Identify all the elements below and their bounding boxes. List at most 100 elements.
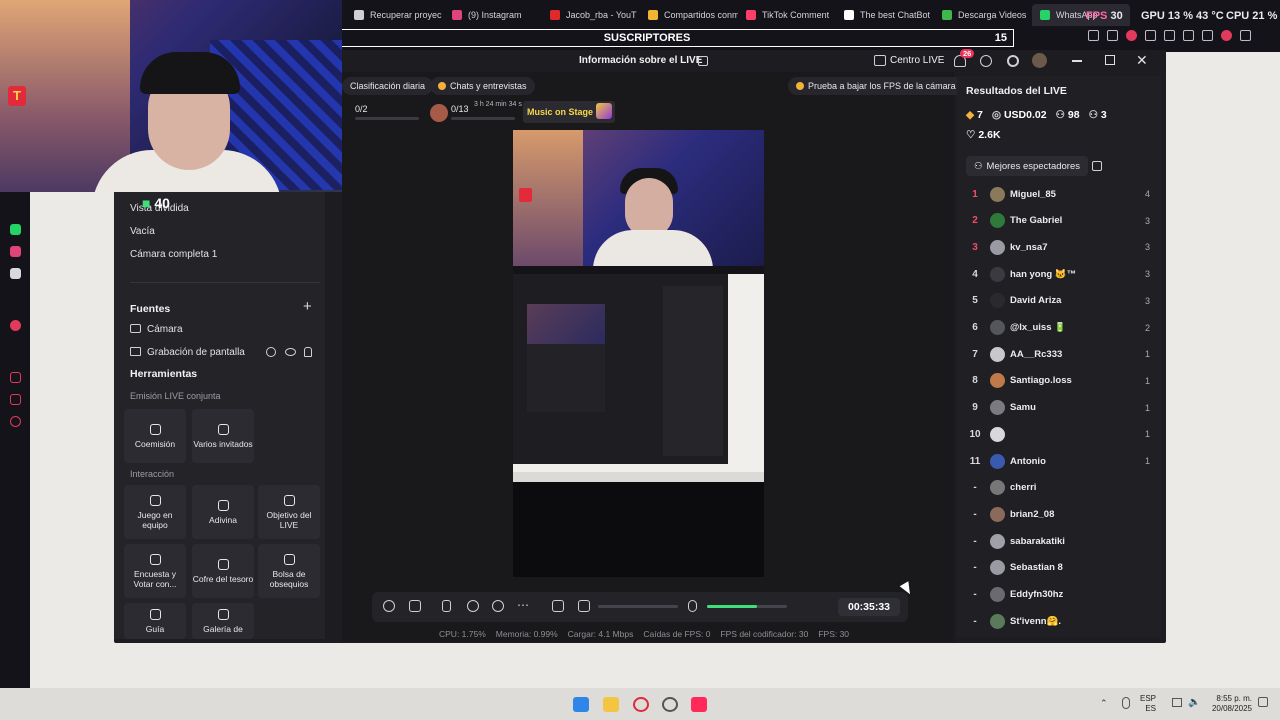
browser-tab[interactable]: Jacob_rba - YouT (542, 4, 640, 26)
menu-icon[interactable] (1240, 30, 1251, 41)
browser-tab[interactable]: The best ChatBot (836, 4, 934, 26)
cohost-button[interactable]: Coemisión (124, 409, 186, 463)
viewer-name: Antonio (1010, 455, 1046, 467)
volume-slider[interactable] (598, 605, 678, 608)
scene-item[interactable]: Vacía (130, 226, 155, 237)
close-icon[interactable]: ✕ (1136, 52, 1148, 69)
tiktok-icon[interactable] (10, 268, 21, 279)
list-icon[interactable] (1092, 161, 1102, 171)
profile-icon[interactable] (1221, 30, 1232, 41)
browser-tab[interactable]: TikTok Comment (738, 4, 836, 26)
gift-bag-button[interactable]: Bolsa de obsequios (258, 544, 320, 598)
settings-icon[interactable] (10, 416, 21, 427)
viewer-row[interactable]: 1 Miguel_85 4 (966, 184, 1150, 204)
avatar[interactable] (1032, 53, 1047, 68)
viewer-row[interactable]: 7 AA__Rc333 1 (966, 344, 1150, 364)
tray-mic-icon[interactable] (1122, 697, 1130, 709)
microphone-icon[interactable] (688, 600, 697, 612)
magic-wand-icon[interactable] (383, 600, 395, 612)
volume-icon[interactable]: 🔈 (1188, 697, 1200, 708)
viewer-row[interactable]: 2 The Gabriel 3 (966, 211, 1150, 231)
treasure-chest-button[interactable]: Cofre del tesoro (192, 544, 254, 598)
capture-icon[interactable] (492, 600, 504, 612)
more-icon[interactable]: ⋯ (517, 598, 529, 612)
target-icon (283, 494, 295, 506)
browser-tab[interactable]: Recuperar proyec (346, 4, 444, 26)
multi-guest-button[interactable]: Varios invitados (192, 409, 254, 463)
gallery-button[interactable]: Galería de (192, 603, 254, 639)
whatsapp-icon[interactable] (10, 224, 21, 235)
heart-icon[interactable] (1164, 30, 1175, 41)
browser-tab[interactable]: Compartidos conm (640, 4, 738, 26)
clock[interactable]: 8:55 p. m. 20/08/2025 (1206, 694, 1252, 714)
eye-icon[interactable] (285, 348, 296, 356)
add-source-button[interactable]: + (303, 298, 312, 315)
browser-tab[interactable]: (9) Instagram (444, 4, 542, 26)
lock-icon[interactable] (304, 347, 312, 357)
extensions-icon[interactable] (10, 394, 21, 405)
speaker-icon[interactable] (578, 600, 590, 612)
sliders-icon[interactable] (552, 600, 564, 612)
viewer-row[interactable]: 3 kv_nsa7 3 (966, 237, 1150, 257)
source-screen-capture[interactable]: Grabación de pantalla (147, 347, 245, 358)
poll-button[interactable]: Encuesta y Votar con... (124, 544, 186, 598)
live-goal-button[interactable]: Objetivo del LIVE (258, 485, 320, 539)
help-icon[interactable] (980, 55, 992, 67)
daily-ranking-chip[interactable]: Clasificación diaria (342, 77, 434, 95)
guide-button[interactable]: Guía (124, 603, 186, 639)
layout-icon[interactable] (409, 600, 421, 612)
viewer-row[interactable]: - Sebastian 8 (966, 558, 1150, 578)
notification-center-icon[interactable] (1258, 697, 1268, 707)
start-icon[interactable] (573, 697, 589, 712)
viewer-row[interactable]: - sabarakatiki (966, 531, 1150, 551)
instagram-icon[interactable] (10, 246, 21, 257)
mic-slider[interactable] (707, 605, 787, 608)
minimize-icon[interactable] (1072, 60, 1082, 62)
music-icon[interactable] (10, 320, 21, 331)
viewer-rank: 9 (972, 402, 978, 414)
source-camera[interactable]: Cámara (147, 324, 183, 335)
fps-tip-chip[interactable]: Prueba a bajar los FPS de la cámara (788, 77, 964, 95)
viewer-row[interactable]: 6 @lx_uiss 🔋 2 (966, 318, 1150, 338)
phone-icon[interactable] (442, 600, 451, 612)
team-game-button[interactable]: Juego en equipo (124, 485, 186, 539)
puzzle-icon[interactable] (1202, 30, 1213, 41)
avatar (990, 426, 1005, 442)
guess-button[interactable]: Adivina (192, 485, 254, 539)
viewer-row[interactable]: - cherri (966, 478, 1150, 498)
share-icon[interactable] (698, 56, 708, 66)
live-center-link[interactable]: Centro LIVE (890, 55, 944, 66)
viewer-row[interactable]: 11 Antonio 1 (966, 451, 1150, 471)
viewer-row[interactable]: 8 Santiago.loss 1 (966, 371, 1150, 391)
top-viewers-button[interactable]: ⚇ Mejores espectadores (966, 156, 1088, 176)
chatgpt-icon[interactable] (662, 697, 678, 712)
tiktok-live-studio-icon[interactable] (691, 697, 707, 712)
history-icon[interactable] (10, 372, 21, 383)
screenshot-icon[interactable] (1107, 30, 1118, 41)
viewer-row[interactable]: 10 1 (966, 424, 1150, 444)
scene-item[interactable]: Cámara completa 1 (130, 249, 217, 260)
file-explorer-icon[interactable] (603, 697, 619, 712)
record-icon[interactable] (467, 600, 479, 612)
viewer-row[interactable]: - brian2_08 (966, 504, 1150, 524)
viewer-row[interactable]: - Eddyfn30hz (966, 585, 1150, 605)
shield-icon[interactable] (1126, 30, 1137, 41)
tray-chevron-icon[interactable]: ⌃ (1100, 698, 1108, 709)
live-info-title[interactable]: Información sobre el LIVE (579, 55, 702, 66)
play-icon[interactable] (1145, 30, 1156, 41)
language-indicator[interactable]: ESP ES (1140, 694, 1156, 714)
network-icon[interactable] (1172, 698, 1182, 707)
opera-icon[interactable] (633, 697, 649, 712)
browser-tab[interactable]: Descarga Videos (934, 4, 1032, 26)
chats-chip[interactable]: Chats y entrevistas (430, 77, 535, 95)
viewer-row[interactable]: 4 han yong 🐱™ 3 (966, 264, 1150, 284)
viewer-row[interactable]: 9 Samu 1 (966, 398, 1150, 418)
gear-icon[interactable] (1007, 55, 1019, 67)
maximize-icon[interactable] (1105, 55, 1115, 65)
extension-icon[interactable] (1183, 30, 1194, 41)
status-metric: Caídas de FPS: 0 (643, 629, 711, 639)
viewer-row[interactable]: - St'ivenn🤗. (966, 611, 1150, 631)
refresh-icon[interactable] (266, 347, 276, 357)
pin-icon[interactable] (1088, 30, 1099, 41)
viewer-row[interactable]: 5 David Ariza 3 (966, 291, 1150, 311)
